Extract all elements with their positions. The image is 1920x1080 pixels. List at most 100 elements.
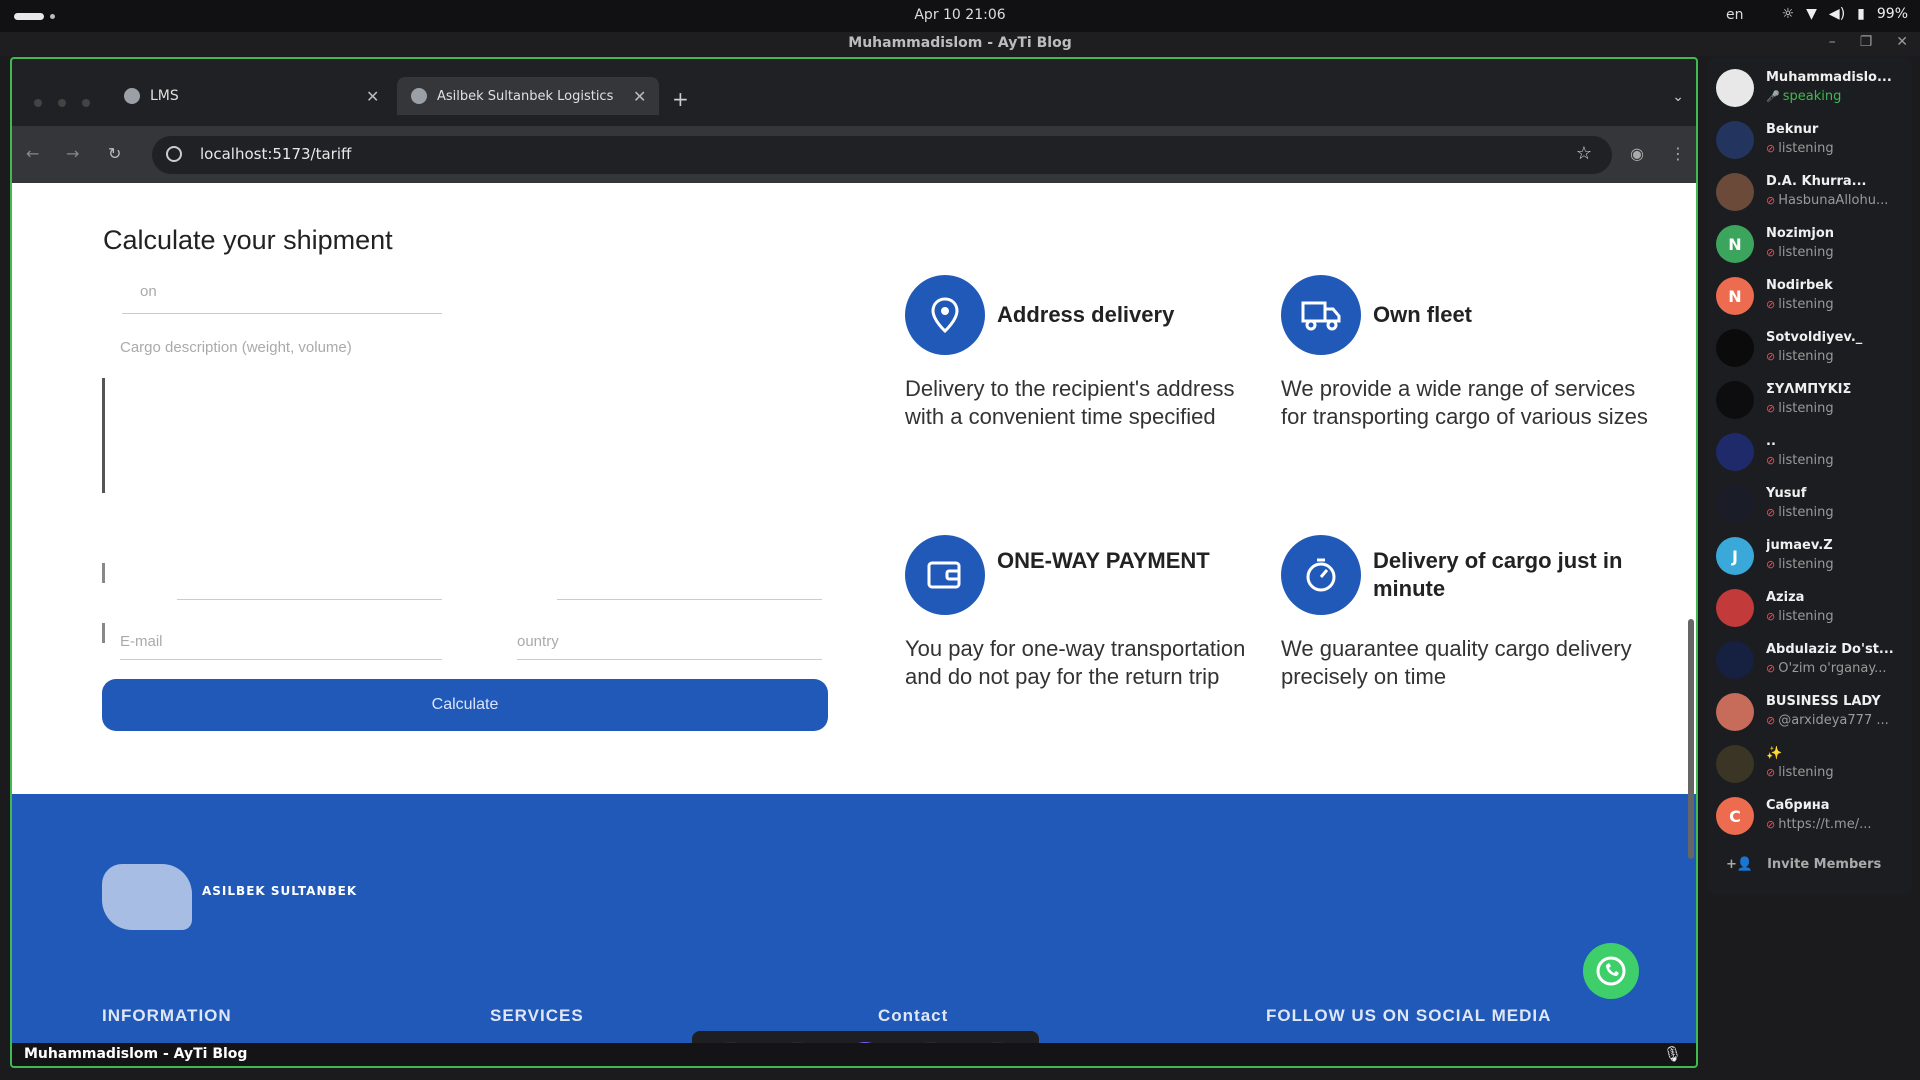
city-underline — [122, 313, 442, 314]
member-item[interactable]: Muhammadislo... 🎤 speaking — [1716, 65, 1906, 111]
forward-icon[interactable]: → — [66, 144, 79, 163]
member-name: Sotvoldiyev._ — [1766, 330, 1863, 345]
web-page-content: Calculate your shipment on Cargo descrip… — [12, 183, 1696, 794]
avatar[interactable] — [1716, 173, 1754, 211]
page-scrollbar[interactable] — [1688, 619, 1694, 859]
system-tray[interactable]: ☼ ▼ ◀) ▮ 99% — [1782, 6, 1908, 22]
extension-icon[interactable]: ◉ — [1630, 144, 1644, 163]
avatar[interactable]: N — [1716, 277, 1754, 315]
member-item[interactable]: BUSINESS LADY ⊘ @arxideya777 ... — [1716, 689, 1906, 735]
avatar[interactable] — [1716, 381, 1754, 419]
calculator-title: Calculate your shipment — [103, 225, 393, 255]
footer-heading-social: FOLLOW US ON SOCIAL MEDIA — [1266, 1006, 1552, 1025]
tab-label: Asilbek Sultanbek Logistics — [437, 88, 614, 104]
footer-heading-information: INFORMATION — [102, 1006, 232, 1025]
member-item[interactable]: D.A. Khurra... ⊘ HasbunaAllohu... — [1716, 169, 1906, 215]
minimize-icon[interactable]: – — [1829, 34, 1836, 50]
member-name: .. — [1766, 434, 1776, 449]
member-name: BUSINESS LADY — [1766, 694, 1881, 709]
browser-tab-logistics[interactable]: Asilbek Sultanbek Logistics ✕ — [397, 77, 659, 115]
browser-address-bar: ← → ↻ localhost:5173/tariff ☆ ◉ ⋮ — [12, 126, 1696, 183]
member-status: ⊘ https://t.me/... — [1766, 817, 1906, 832]
member-status: ⊘ listening — [1766, 453, 1906, 468]
member-item[interactable]: C Сабрина ⊘ https://t.me/... — [1716, 793, 1906, 839]
close-tab-icon[interactable]: ✕ — [633, 87, 646, 106]
member-name: Beknur — [1766, 122, 1819, 137]
member-item[interactable]: N Nodirbek ⊘ listening — [1716, 273, 1906, 319]
avatar[interactable] — [1716, 433, 1754, 471]
feature-description: You pay for one-way transportation and d… — [905, 636, 1246, 689]
member-status: ⊘ O'zim o'rganay... — [1766, 661, 1906, 676]
member-item[interactable]: Abdulaziz Do'st... ⊘ O'zim o'rganay... — [1716, 637, 1906, 683]
avatar[interactable]: N — [1716, 225, 1754, 263]
add-user-icon: +👤 — [1726, 857, 1754, 872]
member-status: ⊘ listening — [1766, 401, 1906, 416]
close-icon[interactable]: ✕ — [1896, 34, 1908, 50]
avatar[interactable] — [1716, 745, 1754, 783]
deafened-icon: ⊘ — [1766, 142, 1776, 155]
country-input[interactable]: ountry — [517, 633, 559, 650]
system-top-bar: Apr 10 21:06 en ☼ ▼ ◀) ▮ 99% — [0, 0, 1920, 32]
calculate-button[interactable]: Calculate — [102, 679, 828, 731]
member-item[interactable]: .. ⊘ listening — [1716, 429, 1906, 475]
avatar[interactable] — [1716, 693, 1754, 731]
avatar[interactable] — [1716, 329, 1754, 367]
member-status-text: listening — [1778, 349, 1834, 364]
tab-search-chevron-icon[interactable]: ⌄ — [1672, 89, 1684, 105]
bookmark-star-icon[interactable]: ☆ — [1576, 143, 1592, 164]
member-status-text: O'zim o'rganay... — [1778, 661, 1887, 676]
footer-heading-contact: Contact — [878, 1006, 949, 1025]
whatsapp-icon[interactable] — [1583, 943, 1639, 999]
member-item[interactable]: ΣΥΛΜΠΥΚΙΣ ⊘ listening — [1716, 377, 1906, 423]
browser-tab-lms[interactable]: LMS ✕ — [124, 77, 384, 115]
member-status-text: HasbunaAllohu... — [1778, 193, 1889, 208]
keyboard-language[interactable]: en — [1726, 7, 1744, 23]
feature-title: Address delivery — [997, 302, 1175, 327]
member-item[interactable]: Yusuf ⊘ listening — [1716, 481, 1906, 527]
avatar[interactable] — [1716, 121, 1754, 159]
feature-description: We guarantee quality cargo delivery prec… — [1281, 636, 1632, 689]
member-status-text: listening — [1778, 401, 1834, 416]
member-name: ✨ — [1766, 746, 1783, 761]
new-tab-icon[interactable]: + — [672, 87, 689, 111]
avatar[interactable]: J — [1716, 537, 1754, 575]
voice-members-panel: Muhammadislo... 🎤 speaking Beknur ⊘ listening… — [1708, 57, 1912, 895]
member-status: 🎤 speaking — [1766, 89, 1906, 104]
system-clock[interactable]: Apr 10 21:06 — [0, 7, 1920, 23]
window-title: Muhammadislom - AyTi Blog — [848, 35, 1072, 51]
company-logo[interactable] — [102, 864, 192, 930]
member-item[interactable]: Sotvoldiyev._ ⊘ listening — [1716, 325, 1906, 371]
member-item[interactable]: Jjumaev.Z ⊘ listening — [1716, 533, 1906, 579]
browser-menu-icon[interactable]: ⋮ — [1670, 144, 1686, 163]
cargo-description-input[interactable]: Cargo description (weight, volume) — [120, 339, 352, 356]
close-tab-icon[interactable]: ✕ — [366, 87, 379, 106]
member-status: ⊘ HasbunaAllohu... — [1766, 193, 1906, 208]
url-field[interactable]: localhost:5173/tariff ☆ — [152, 136, 1612, 174]
microphone-icon: 🎙 — [1662, 1045, 1682, 1063]
member-item[interactable]: Beknur ⊘ listening — [1716, 117, 1906, 163]
city-input[interactable]: on — [140, 283, 157, 300]
screen-share-stream[interactable]: LMS ✕ Asilbek Sultanbek Logistics ✕ + ⌄ … — [10, 57, 1698, 1068]
member-item[interactable]: N Nozimjon ⊘ listening — [1716, 221, 1906, 267]
reload-icon[interactable]: ↻ — [108, 144, 121, 163]
invite-members-button[interactable]: +👤 Invite Members — [1726, 857, 1881, 872]
member-item[interactable]: ✨ ⊘ listening — [1716, 741, 1906, 787]
avatar[interactable] — [1716, 641, 1754, 679]
member-status-text: listening — [1778, 297, 1834, 312]
back-icon[interactable]: ← — [26, 144, 39, 163]
field-marker — [102, 563, 105, 583]
avatar[interactable] — [1716, 69, 1754, 107]
email-input[interactable]: E-mail — [120, 633, 163, 650]
avatar[interactable] — [1716, 589, 1754, 627]
url-text: localhost:5173/tariff — [200, 145, 352, 163]
deafened-icon: ⊘ — [1766, 246, 1776, 259]
avatar[interactable]: C — [1716, 797, 1754, 835]
avatar[interactable] — [1716, 485, 1754, 523]
feature-title: Delivery of cargo just in minute — [1373, 548, 1623, 601]
restore-icon[interactable]: ❐ — [1860, 34, 1873, 50]
wifi-icon: ▼ — [1806, 6, 1817, 22]
member-item[interactable]: Aziza ⊘ listening — [1716, 585, 1906, 631]
site-info-icon[interactable] — [166, 146, 182, 162]
phone-underline — [557, 599, 822, 600]
member-name: Nozimjon — [1766, 226, 1835, 241]
